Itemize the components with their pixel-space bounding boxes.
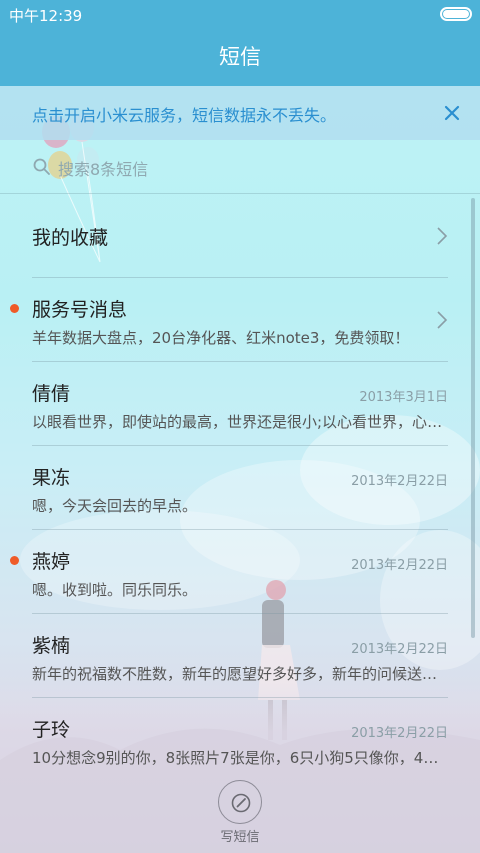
search-placeholder: 搜索8条短信 xyxy=(58,160,149,179)
thread-date: 2013年3月1日 xyxy=(359,390,448,405)
thread-contact: 紫楠 xyxy=(32,635,71,657)
cloud-service-banner[interactable]: 点击开启小米云服务，短信数据永不丢失。 xyxy=(0,86,480,140)
unread-dot xyxy=(10,556,19,565)
thread-preview: 10分想念9别的你，8张照片7张是你，6只小狗5只像你，4个季节 xyxy=(32,749,448,767)
thread-date: 2013年2月22日 xyxy=(351,558,448,573)
chevron-right-icon xyxy=(437,311,448,329)
service-messages-row[interactable]: 服务号消息 羊年数据大盘点，20台净化器、红米note3，免费领取！ xyxy=(10,278,448,362)
thread-preview: 嗯。收到啦。同乐同乐。 xyxy=(32,581,198,599)
service-name: 服务号消息 xyxy=(32,299,128,321)
thread-contact: 子玲 xyxy=(32,719,71,741)
chevron-right-icon xyxy=(437,227,448,245)
favorites-label: 我的收藏 xyxy=(32,227,109,249)
thread-row[interactable]: 倩倩 2013年3月1日 以眼看世界，即使站的最高，世界还是很小;以心看世界，心… xyxy=(32,362,448,446)
thread-row[interactable]: 子玲 2013年2月22日 10分想念9别的你，8张照片7张是你，6只小狗5只像… xyxy=(32,698,448,782)
thread-contact: 燕婷 xyxy=(32,551,71,573)
thread-contact: 果冻 xyxy=(32,467,71,489)
conversation-list: 我的收藏 服务号消息 羊年数据大盘点，20台净化器、红米note3，免费领取！ … xyxy=(0,194,480,782)
thread-preview: 嗯，今天会回去的早点。 xyxy=(32,497,198,515)
thread-contact: 倩倩 xyxy=(32,383,71,405)
search-bar[interactable]: 搜索8条短信 xyxy=(0,140,480,194)
compose-label[interactable]: 写短信 xyxy=(0,826,480,845)
service-preview: 羊年数据大盘点，20台净化器、红米note3，免费领取！ xyxy=(32,329,410,347)
thread-preview: 新年的祝福数不胜数，新年的愿望好多好多，新年的问候送给你 xyxy=(32,665,448,683)
thread-row[interactable]: 果冻 2013年2月22日 嗯，今天会回去的早点。 xyxy=(32,446,448,530)
thread-date: 2013年2月22日 xyxy=(351,726,448,741)
close-icon[interactable] xyxy=(438,99,466,127)
favorites-row[interactable]: 我的收藏 xyxy=(32,194,448,278)
page-title: 短信 xyxy=(0,28,480,86)
compose-icon xyxy=(231,793,251,813)
compose-button[interactable] xyxy=(218,780,262,824)
thread-date: 2013年2月22日 xyxy=(351,642,448,657)
scrollbar[interactable] xyxy=(471,198,475,638)
status-time: 中午12:39 xyxy=(9,7,83,25)
battery-icon xyxy=(440,7,472,21)
thread-row[interactable]: 紫楠 2013年2月22日 新年的祝福数不胜数，新年的愿望好多好多，新年的问候送… xyxy=(32,614,448,698)
thread-row[interactable]: 燕婷 2013年2月22日 嗯。收到啦。同乐同乐。 xyxy=(10,530,448,614)
search-icon xyxy=(33,158,50,175)
status-bar: 中午12:39 xyxy=(0,0,480,28)
thread-date: 2013年2月22日 xyxy=(351,474,448,489)
cloud-banner-text[interactable]: 点击开启小米云服务，短信数据永不丢失。 xyxy=(32,102,336,126)
unread-dot xyxy=(10,304,19,313)
thread-preview: 以眼看世界，即使站的最高，世界还是很小;以心看世界，心有多宽世界就有多大 xyxy=(32,413,448,431)
